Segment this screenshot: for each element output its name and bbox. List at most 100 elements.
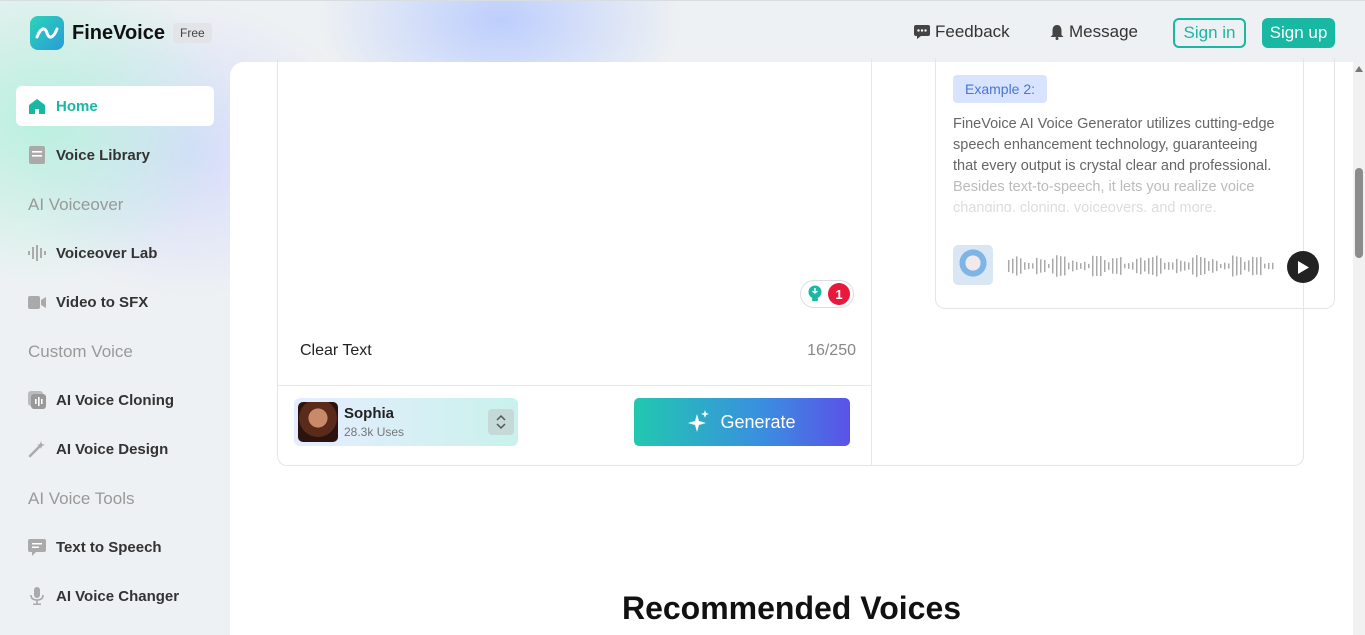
message-label: Message: [1069, 22, 1138, 41]
waveform-bar: [1052, 258, 1054, 274]
divider: [871, 58, 872, 466]
waveform-bar: [1164, 262, 1166, 270]
waveform-bar: [1180, 260, 1182, 272]
voice-selector[interactable]: Sophia 28.3k Uses: [294, 398, 518, 446]
section-ai-voiceover: AI Voiceover: [28, 195, 124, 214]
sidebar-item-video-to-sfx[interactable]: Video to SFX: [16, 282, 214, 322]
sidebar-item-label: Home: [56, 97, 98, 115]
home-icon: [28, 97, 46, 115]
waveform-bar: [1108, 262, 1110, 270]
sidebar-item-label: AI Voice Cloning: [56, 391, 175, 409]
sign-in-button[interactable]: Sign in: [1173, 18, 1246, 48]
waveform-bar: [1160, 258, 1162, 274]
character-counter: 16/250: [807, 342, 856, 359]
play-icon: [1298, 260, 1309, 274]
waveform-bar: [1184, 261, 1186, 271]
tips-count-badge: 1: [828, 283, 850, 305]
section-custom-voice: Custom Voice: [28, 342, 133, 361]
recommended-voices-heading: Recommended Voices: [621, 590, 962, 626]
sidebar-item-voiceover-lab[interactable]: Voiceover Lab: [16, 233, 214, 273]
waveform-bar: [1036, 257, 1038, 275]
waveform-bar: [1044, 259, 1046, 273]
waveform-bar: [1172, 262, 1174, 270]
sparkle-icon: [688, 410, 710, 432]
chat-icon: [28, 538, 46, 556]
waveform-bar: [1168, 262, 1170, 270]
sidebar-item-text-to-speech[interactable]: Text to Speech: [16, 527, 214, 567]
generate-button[interactable]: Generate: [634, 398, 850, 446]
waveform-bar: [1268, 262, 1270, 270]
waveform-bar: [1116, 258, 1118, 274]
waveform-bar: [1048, 263, 1050, 269]
sidebar-item-ai-voice-changer[interactable]: AI Voice Changer: [16, 576, 214, 616]
waveform-bar: [1156, 255, 1158, 277]
top-navbar: FineVoice Free Feedback Message Sign in …: [0, 0, 1365, 62]
waveform-bar: [1192, 257, 1194, 275]
sidebar-item-voice-library[interactable]: Voice Library: [16, 135, 214, 175]
example-text: FineVoice AI Voice Generator utilizes cu…: [953, 114, 1323, 212]
waveform-bar: [1068, 262, 1070, 270]
waveform-bar: [1244, 261, 1246, 271]
waveform-bar: [1088, 263, 1090, 269]
sign-up-button[interactable]: Sign up: [1262, 18, 1335, 48]
sidebar-item-ai-voice-design[interactable]: AI Voice Design: [16, 429, 214, 469]
example-line: FineVoice AI Voice Generator utilizes cu…: [953, 116, 1275, 132]
waveform-bar: [1100, 256, 1102, 276]
sidebar-item-label: Video to SFX: [56, 293, 149, 311]
waveform-bar: [1264, 263, 1266, 269]
waveform-bar: [1140, 257, 1142, 275]
waveform-bar: [1132, 262, 1134, 270]
tips-button[interactable]: 1: [800, 280, 854, 308]
audio-waveform: [1008, 255, 1274, 277]
waveform-bar: [1040, 259, 1042, 273]
scroll-thumb[interactable]: [1355, 168, 1363, 258]
voice-cloning-icon: [28, 391, 46, 409]
example-voice-avatar: [953, 245, 993, 285]
waveform-icon: [28, 244, 46, 262]
waveform-bar: [1056, 255, 1058, 277]
waveform-bar: [1236, 256, 1238, 276]
divider: [278, 385, 871, 386]
waveform-bar: [1028, 262, 1030, 270]
feedback-icon: [914, 25, 930, 39]
microphone-icon: [28, 587, 46, 605]
waveform-bar: [1080, 263, 1082, 269]
logo[interactable]: FineVoice Free: [30, 16, 212, 50]
scroll-up-arrow[interactable]: [1355, 66, 1363, 72]
video-camera-icon: [28, 293, 46, 311]
waveform-bar: [1024, 262, 1026, 270]
waveform-bar: [1208, 261, 1210, 271]
sidebar-item-label: Voiceover Lab: [56, 244, 158, 262]
waveform-bar: [1096, 256, 1098, 276]
waveform-bar: [1136, 258, 1138, 274]
waveform-bar: [1092, 255, 1094, 277]
message-link[interactable]: Message: [1050, 22, 1138, 42]
scrollbar[interactable]: [1353, 62, 1365, 635]
waveform-bar: [1020, 258, 1022, 274]
sidebar-item-label: Text to Speech: [56, 538, 162, 556]
waveform-bar: [1064, 256, 1066, 276]
waveform-bar: [1112, 258, 1114, 274]
waveform-bar: [1152, 257, 1154, 275]
tts-editor-card: 1 Clear Text 16/250 Sophia 28.3k Uses Ge…: [277, 58, 1335, 466]
waveform-bar: [1016, 256, 1018, 276]
magic-wand-icon: [28, 440, 46, 458]
bell-icon: [1050, 25, 1064, 40]
sidebar-item-home[interactable]: Home: [16, 86, 214, 126]
sidebar-item-ai-voice-cloning[interactable]: AI Voice Cloning: [16, 380, 214, 420]
voice-name: Sophia: [344, 405, 395, 422]
example-card: Example 2: FineVoice AI Voice Generator …: [935, 58, 1335, 309]
chevron-up-down-icon[interactable]: [488, 409, 514, 435]
sidebar-item-label: Voice Library: [56, 146, 150, 164]
feedback-link[interactable]: Feedback: [914, 22, 1010, 42]
waveform-bar: [1144, 260, 1146, 272]
waveform-bar: [1212, 259, 1214, 273]
waveform-bar: [1232, 255, 1234, 277]
waveform-bar: [1204, 257, 1206, 275]
plan-badge: Free: [173, 23, 212, 43]
voice-uses: 28.3k Uses: [344, 425, 405, 439]
example-line: Besides text-to-speech, it lets you real…: [953, 179, 1255, 195]
clear-text-button[interactable]: Clear Text: [300, 342, 372, 360]
play-button[interactable]: [1287, 251, 1319, 283]
waveform-bar: [1240, 257, 1242, 275]
